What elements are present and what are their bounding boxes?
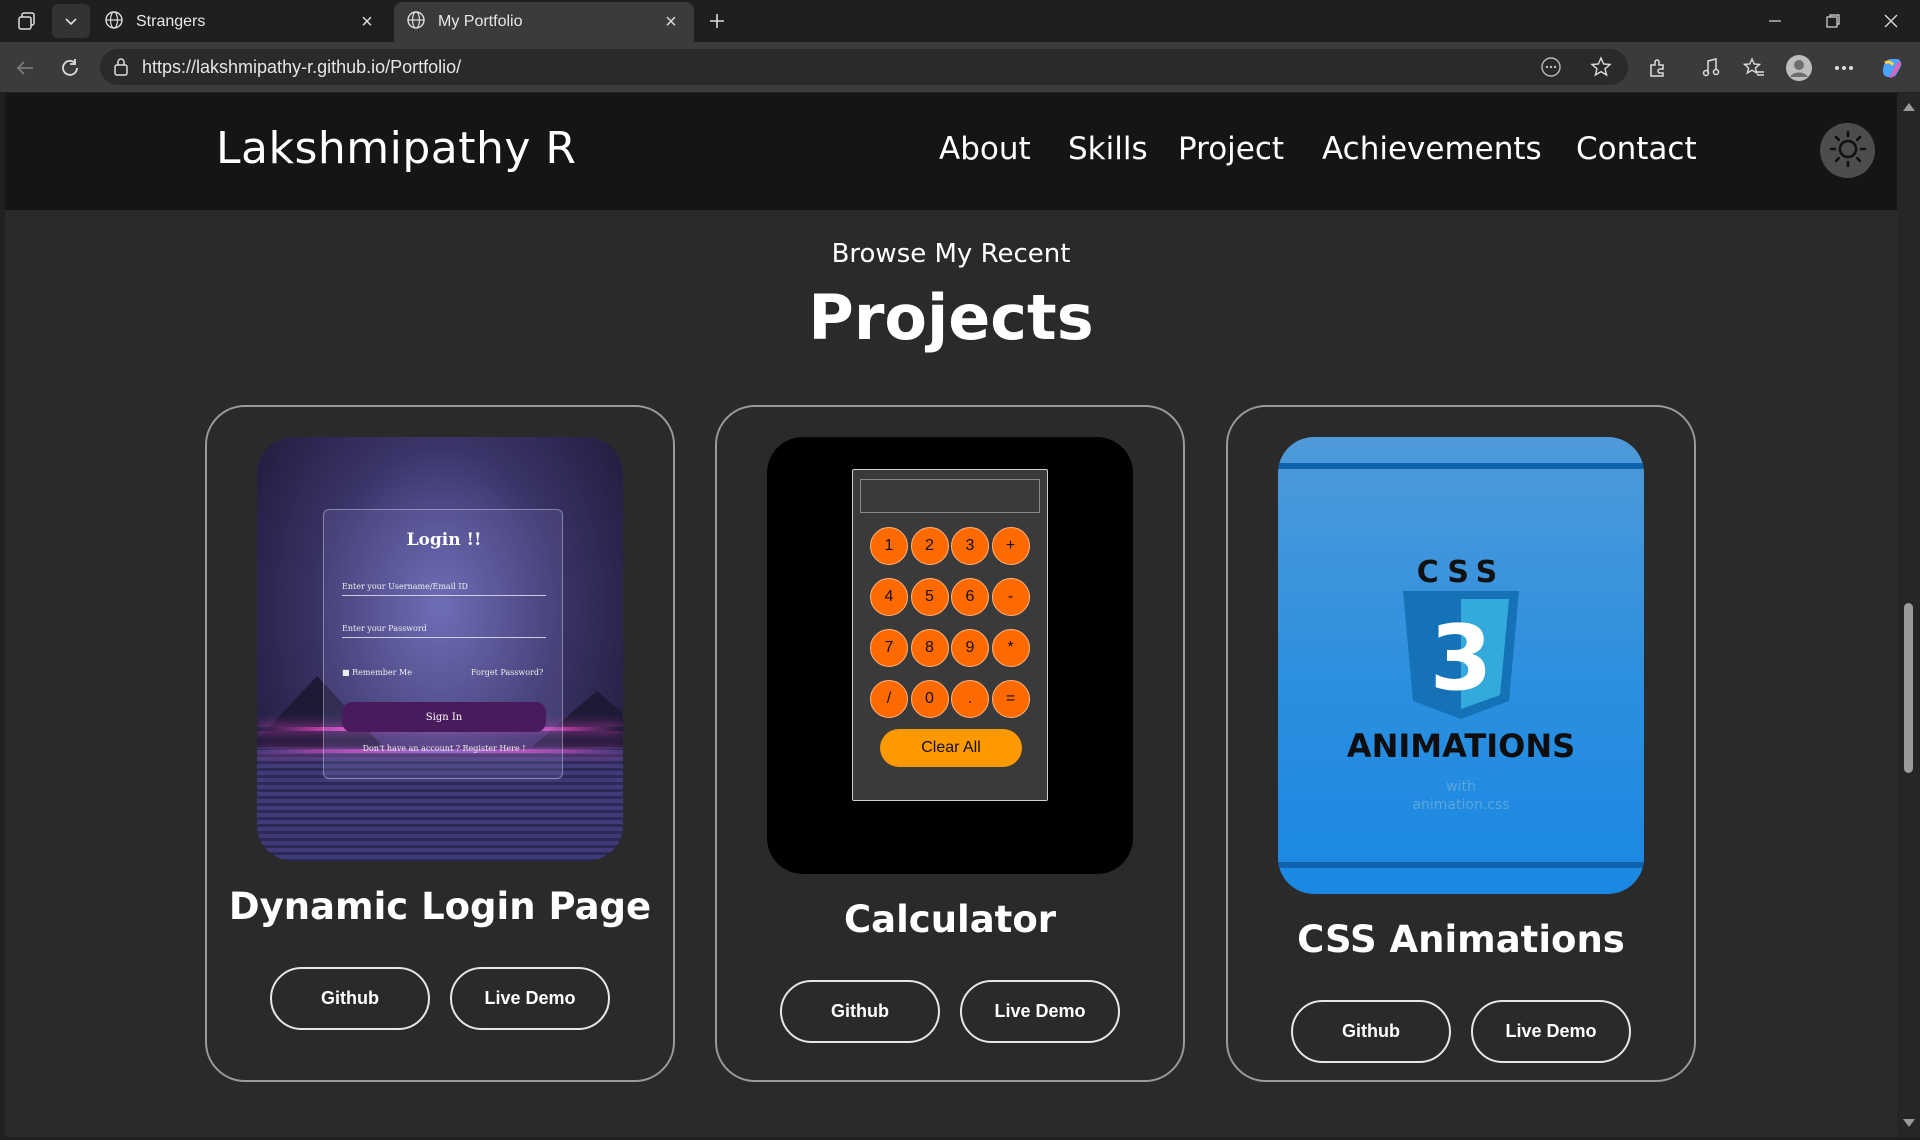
extensions-icon[interactable] <box>1641 51 1675 85</box>
calculator-key: 1 <box>870 527 908 565</box>
more-page-actions-icon[interactable] <box>1540 56 1562 82</box>
copilot-icon[interactable] <box>1875 51 1909 85</box>
more-menu-icon[interactable] <box>1827 51 1861 85</box>
tab-title: Strangers <box>136 13 206 30</box>
login-screenshot: Login !! Enter your Username/Email ID En… <box>257 437 623 861</box>
close-icon[interactable]: × <box>660 11 682 34</box>
back-icon[interactable] <box>8 51 42 85</box>
calculator-display <box>860 479 1040 513</box>
scrollbar-thumb[interactable] <box>1904 603 1913 773</box>
tab-strangers[interactable]: Strangers × <box>92 2 390 42</box>
forgot-password: Forget Password? <box>471 668 544 677</box>
tab-actions-chevron-icon[interactable] <box>52 4 90 38</box>
password-placeholder: Enter your Password <box>342 624 546 638</box>
browser-tab-bar: Strangers × My Portfolio × <box>0 0 1920 42</box>
calculator-key: / <box>870 680 908 718</box>
login-form-preview: Login !! Enter your Username/Email ID En… <box>323 509 563 779</box>
calculator-key: 4 <box>870 578 908 616</box>
project-card-calculator: Clear All 1 2 3 +4 5 6- 7 8 9 * /0. = Calculator Gi… <box>715 405 1185 1082</box>
live-demo-button[interactable]: Live Demo <box>960 980 1120 1043</box>
project-title: Dynamic Login Page <box>228 885 652 928</box>
register-text: Don't have an account ? Register Here ! <box>362 744 526 753</box>
divider-line <box>1278 463 1644 469</box>
css-animations-screenshot: CSS 3 ANIMATIONS with animation.css <box>1278 437 1644 894</box>
section-title: Projects <box>808 281 1094 354</box>
calculator-key: 8 <box>910 629 949 667</box>
username-placeholder: Enter your Username/Email ID <box>342 582 546 596</box>
nav-link-about[interactable]: About <box>939 131 1031 167</box>
profile-avatar-icon[interactable] <box>1782 51 1816 85</box>
github-button[interactable]: Github <box>780 980 940 1043</box>
scroll-down-icon[interactable] <box>1903 1119 1915 1127</box>
calculator-key: 6 <box>951 578 989 616</box>
caption-library: animation.css <box>1412 797 1510 813</box>
github-button[interactable]: Github <box>1291 1000 1451 1063</box>
calculator-key: * <box>991 629 1030 667</box>
project-thumbnail-calculator: Clear All 1 2 3 +4 5 6- 7 8 9 * /0. = <box>767 437 1133 874</box>
calculator-key: . <box>951 680 989 718</box>
calculator-key: 5 <box>910 578 949 616</box>
live-demo-button[interactable]: Live Demo <box>1471 1000 1631 1063</box>
caption-with: with <box>1446 779 1476 795</box>
url-text: https://lakshmipathy-r.github.io/Portfol… <box>142 57 462 77</box>
github-button[interactable]: Github <box>270 967 430 1030</box>
lock-icon[interactable] <box>112 57 130 81</box>
tab-title: My Portfolio <box>438 13 523 30</box>
calculator-key: = <box>991 680 1030 718</box>
globe-icon <box>406 10 426 35</box>
login-heading: Login !! <box>406 530 482 550</box>
globe-icon <box>104 10 124 35</box>
nav-link-skills[interactable]: Skills <box>1068 131 1148 167</box>
calculator-key: 3 <box>951 527 989 565</box>
close-window-icon[interactable] <box>1862 0 1920 42</box>
refresh-icon[interactable] <box>53 51 87 85</box>
favorites-icon[interactable] <box>1737 51 1771 85</box>
nav-link-contact[interactable]: Contact <box>1576 131 1697 167</box>
minimize-icon[interactable] <box>1746 0 1804 42</box>
vertical-scrollbar[interactable] <box>1897 93 1920 1137</box>
address-bar: https://lakshmipathy-r.github.io/Portfol… <box>0 42 1920 92</box>
css3-shield-icon: 3 <box>1401 589 1521 725</box>
site-logo[interactable]: Lakshmipathy R <box>216 123 576 174</box>
calculator-screenshot: Clear All 1 2 3 +4 5 6- 7 8 9 * /0. = <box>767 437 1133 874</box>
restore-icon[interactable] <box>1804 0 1862 42</box>
section-subtitle: Browse My Recent <box>831 239 1071 269</box>
new-tab-icon[interactable] <box>698 4 736 38</box>
project-thumbnail-login: Login !! Enter your Username/Email ID En… <box>257 437 623 861</box>
clear-all-key: Clear All <box>880 729 1022 767</box>
page-viewport: Lakshmipathy R About Skills Project Achi… <box>5 93 1897 1137</box>
url-field[interactable]: https://lakshmipathy-r.github.io/Portfol… <box>100 49 1628 85</box>
calculator-key: 2 <box>910 527 949 565</box>
site-header: Lakshmipathy R About Skills Project Achi… <box>5 93 1897 210</box>
css-word: CSS <box>1416 555 1506 590</box>
favorite-star-icon[interactable] <box>1590 56 1612 82</box>
project-title: CSS Animations <box>1297 918 1625 961</box>
project-card-login: Login !! Enter your Username/Email ID En… <box>205 405 675 1082</box>
live-demo-button[interactable]: Live Demo <box>450 967 610 1030</box>
sun-icon <box>1828 129 1868 173</box>
calculator-key: 9 <box>951 629 989 667</box>
calculator-key: + <box>991 527 1030 565</box>
calculator-key: 0 <box>910 680 949 718</box>
animations-word: ANIMATIONS <box>1346 727 1576 765</box>
project-title: Calculator <box>843 898 1057 941</box>
calculator-preview: Clear All 1 2 3 +4 5 6- 7 8 9 * /0. = <box>852 469 1048 801</box>
sign-in-preview: Sign In <box>342 702 546 732</box>
css3-number: 3 <box>1430 606 1493 711</box>
calculator-key: - <box>991 578 1030 616</box>
calculator-key: 7 <box>870 629 908 667</box>
nav-link-achievements[interactable]: Achievements <box>1322 131 1542 167</box>
theme-toggle-button[interactable] <box>1820 123 1875 178</box>
scroll-up-icon[interactable] <box>1903 103 1915 111</box>
close-icon[interactable]: × <box>356 11 378 34</box>
media-control-icon[interactable] <box>1694 51 1728 85</box>
tab-my-portfolio[interactable]: My Portfolio × <box>394 2 694 42</box>
nav-link-project[interactable]: Project <box>1178 131 1284 167</box>
remember-label: Remember Me <box>352 668 412 677</box>
workspaces-icon[interactable] <box>8 4 46 38</box>
project-thumbnail-css: CSS 3 ANIMATIONS with animation.css <box>1278 437 1644 894</box>
remember-me: ■ Remember Me <box>342 668 412 677</box>
divider-line <box>1278 862 1644 868</box>
project-card-css-animations: CSS 3 ANIMATIONS with animation.css CSS … <box>1226 405 1696 1082</box>
